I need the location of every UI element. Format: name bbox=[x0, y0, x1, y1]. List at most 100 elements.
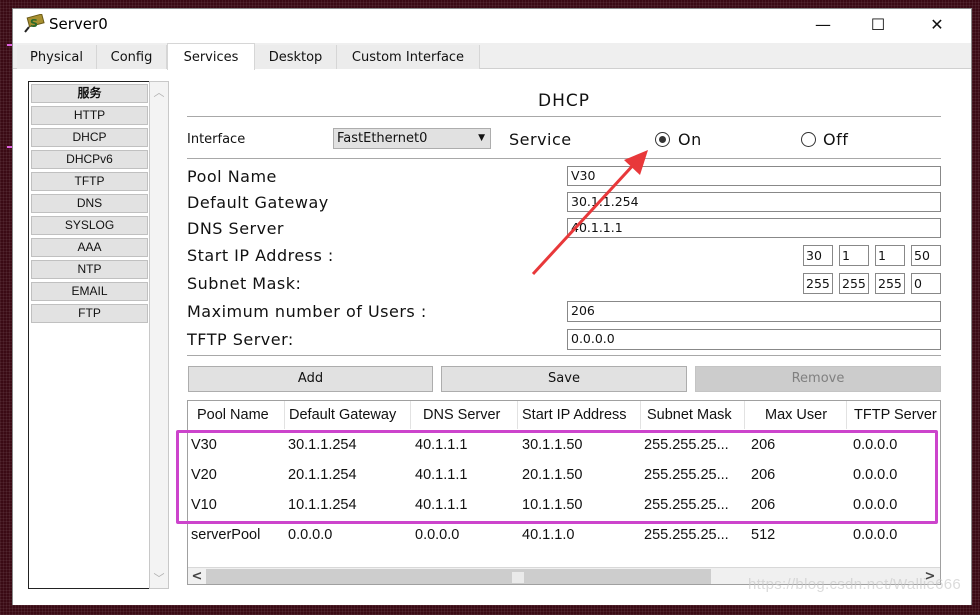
services-content: 服务 HTTP DHCP DHCPv6 TFTP DNS SYSLOG AAA … bbox=[13, 70, 971, 605]
start-ip-octet-3[interactable]: 1 bbox=[875, 245, 905, 266]
scrollbar-grip bbox=[512, 572, 524, 583]
interface-select[interactable]: FastEthernet0 ▼ bbox=[333, 128, 491, 149]
minimize-button[interactable]: — bbox=[800, 9, 846, 39]
column-separator bbox=[744, 401, 745, 429]
column-header-pool-name[interactable]: Pool Name bbox=[197, 407, 269, 423]
cell-max-user: 206 bbox=[751, 467, 776, 483]
background-strip bbox=[0, 8, 12, 605]
service-item-aaa[interactable]: AAA bbox=[31, 238, 148, 257]
service-item-http[interactable]: HTTP bbox=[31, 106, 148, 125]
column-separator bbox=[640, 401, 641, 429]
subnet-octet-4[interactable]: 0 bbox=[911, 273, 941, 294]
interface-label: Interface bbox=[187, 132, 246, 147]
tab-physical[interactable]: Physical bbox=[17, 45, 97, 69]
cell-max-user: 206 bbox=[751, 497, 776, 513]
column-header-tftp-server[interactable]: TFTP Server bbox=[854, 407, 940, 423]
close-button[interactable]: ✕ bbox=[914, 9, 960, 39]
services-list: 服务 HTTP DHCP DHCPv6 TFTP DNS SYSLOG AAA … bbox=[28, 81, 149, 589]
save-button[interactable]: Save bbox=[441, 366, 687, 392]
scrollbar-thumb[interactable] bbox=[206, 569, 711, 584]
scroll-down-icon[interactable]: ﹀ bbox=[150, 570, 168, 586]
maximize-button[interactable]: ☐ bbox=[855, 9, 901, 39]
column-header-start-ip[interactable]: Start IP Address bbox=[522, 407, 639, 423]
cell-default-gateway: 0.0.0.0 bbox=[288, 527, 333, 543]
interface-select-value: FastEthernet0 bbox=[337, 131, 428, 146]
cell-dns-server: 40.1.1.1 bbox=[415, 437, 468, 453]
dhcp-title: DHCP bbox=[538, 91, 590, 111]
tab-desktop[interactable]: Desktop bbox=[255, 45, 337, 69]
service-item-ftp[interactable]: FTP bbox=[31, 304, 148, 323]
dns-server-label: DNS Server bbox=[187, 219, 284, 238]
cell-subnet-mask: 255.255.25... bbox=[644, 527, 729, 543]
tab-services[interactable]: Services bbox=[167, 43, 255, 70]
cell-start-ip: 20.1.1.50 bbox=[522, 467, 583, 483]
service-item-dns[interactable]: DNS bbox=[31, 194, 148, 213]
column-header-subnet-mask[interactable]: Subnet Mask bbox=[647, 407, 732, 423]
cell-subnet-mask: 255.255.25... bbox=[644, 497, 729, 513]
pool-name-input[interactable]: V30 bbox=[567, 166, 941, 186]
cell-start-ip: 30.1.1.50 bbox=[522, 437, 583, 453]
start-ip-octet-4[interactable]: 50 bbox=[911, 245, 941, 266]
cell-default-gateway: 20.1.1.254 bbox=[288, 467, 357, 483]
subnet-octet-3[interactable]: 255 bbox=[875, 273, 905, 294]
default-gateway-input[interactable]: 30.1.1.254 bbox=[567, 192, 941, 212]
subnet-octet-1[interactable]: 255 bbox=[803, 273, 833, 294]
subnet-octet-2[interactable]: 255 bbox=[839, 273, 869, 294]
tab-custom-interface[interactable]: Custom Interface bbox=[337, 45, 480, 69]
cell-pool-name: V30 bbox=[191, 437, 217, 453]
services-scrollbar[interactable]: ︿ ﹀ bbox=[149, 81, 169, 589]
column-header-dns-server[interactable]: DNS Server bbox=[423, 407, 500, 423]
cell-default-gateway: 30.1.1.254 bbox=[288, 437, 357, 453]
server-window: S Server0 — ☐ ✕ Physical Config Services… bbox=[12, 8, 972, 605]
cell-dns-server: 40.1.1.1 bbox=[415, 497, 468, 513]
service-item-tftp[interactable]: TFTP bbox=[31, 172, 148, 191]
start-ip-octet-1[interactable]: 30 bbox=[803, 245, 833, 266]
divider bbox=[187, 158, 941, 159]
add-button[interactable]: Add bbox=[188, 366, 433, 392]
service-off-radio[interactable] bbox=[801, 132, 816, 147]
title-bar[interactable]: S Server0 — ☐ ✕ bbox=[13, 9, 971, 43]
cell-dns-server: 0.0.0.0 bbox=[415, 527, 460, 543]
radio-selected-dot bbox=[659, 136, 666, 143]
start-ip-label: Start IP Address : bbox=[187, 246, 334, 265]
default-gateway-label: Default Gateway bbox=[187, 193, 329, 212]
window-title: Server0 bbox=[49, 15, 108, 33]
cell-start-ip: 10.1.1.50 bbox=[522, 497, 583, 513]
tftp-server-input[interactable]: 0.0.0.0 bbox=[567, 329, 941, 350]
cell-dns-server: 40.1.1.1 bbox=[415, 467, 468, 483]
column-header-default-gateway[interactable]: Default Gateway bbox=[289, 407, 396, 423]
scroll-up-icon[interactable]: ︿ bbox=[150, 84, 168, 100]
column-separator bbox=[846, 401, 847, 429]
service-on-radio[interactable] bbox=[655, 132, 670, 147]
service-item-dhcpv6[interactable]: DHCPv6 bbox=[31, 150, 148, 169]
cell-tftp-server: 0.0.0.0 bbox=[853, 437, 898, 453]
max-users-input[interactable]: 206 bbox=[567, 301, 941, 322]
cell-tftp-server: 0.0.0.0 bbox=[853, 497, 898, 513]
column-header-max-user[interactable]: Max User bbox=[765, 407, 827, 423]
column-separator bbox=[517, 401, 518, 429]
cell-tftp-server: 0.0.0.0 bbox=[853, 527, 898, 543]
remove-button[interactable]: Remove bbox=[695, 366, 941, 392]
scroll-left-icon[interactable]: < bbox=[189, 568, 205, 584]
cell-pool-name: V10 bbox=[191, 497, 217, 513]
service-item-email[interactable]: EMAIL bbox=[31, 282, 148, 301]
service-item-dhcp[interactable]: DHCP bbox=[31, 128, 148, 147]
cell-start-ip: 40.1.1.0 bbox=[522, 527, 575, 543]
watermark: https://blog.csdn.net/Wallie666 bbox=[748, 576, 962, 593]
cell-tftp-server: 0.0.0.0 bbox=[853, 467, 898, 483]
dhcp-panel: DHCP Interface FastEthernet0 ▼ Service O… bbox=[187, 70, 941, 590]
service-item-ntp[interactable]: NTP bbox=[31, 260, 148, 279]
service-item-syslog[interactable]: SYSLOG bbox=[31, 216, 148, 235]
max-users-label: Maximum number of Users : bbox=[187, 302, 427, 321]
cell-pool-name: V20 bbox=[191, 467, 217, 483]
column-separator bbox=[284, 401, 285, 429]
cell-max-user: 206 bbox=[751, 437, 776, 453]
column-separator bbox=[410, 401, 411, 429]
service-on-label: On bbox=[678, 130, 702, 149]
tab-config[interactable]: Config bbox=[97, 45, 167, 69]
divider bbox=[187, 355, 941, 356]
dropdown-caret-icon: ▼ bbox=[478, 133, 485, 143]
dns-server-input[interactable]: 40.1.1.1 bbox=[567, 218, 941, 238]
start-ip-octet-2[interactable]: 1 bbox=[839, 245, 869, 266]
service-off-label: Off bbox=[823, 130, 849, 149]
